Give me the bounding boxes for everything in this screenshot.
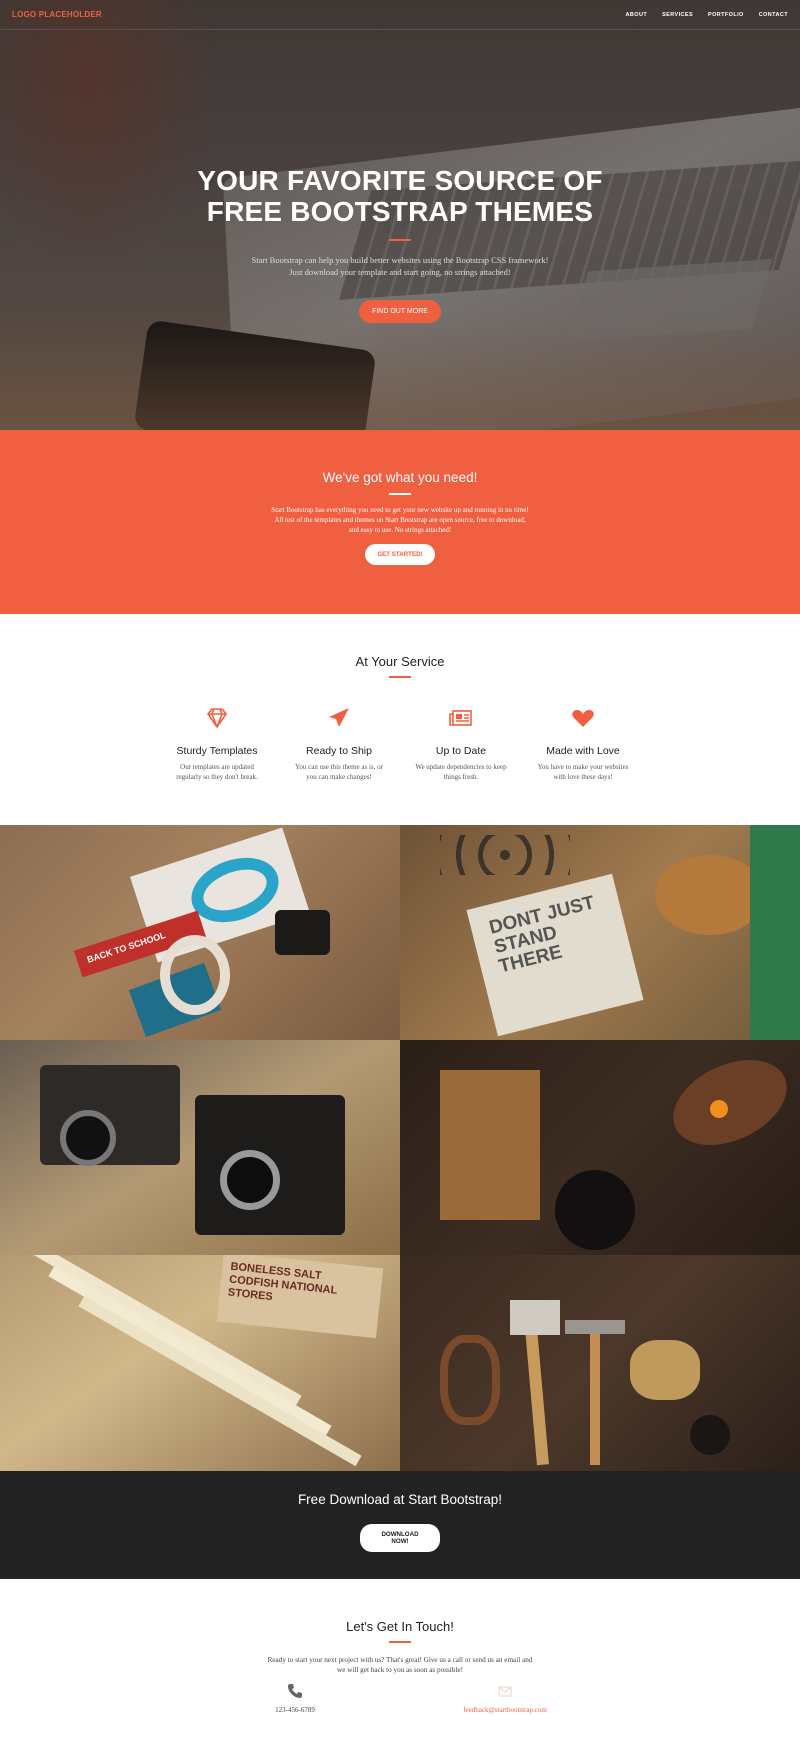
download-now-button[interactable]: DOWNLOAD NOW! bbox=[360, 1524, 440, 1552]
notebook-shape: DONT JUST STAND THERE bbox=[466, 873, 644, 1037]
camera-shape bbox=[275, 910, 330, 955]
service-text-line-1: You can use this theme as is, or bbox=[295, 763, 383, 771]
download-section: Free Download at Start Bootstrap! DOWNLO… bbox=[0, 1471, 800, 1579]
service-text: You have to make your websites with love… bbox=[522, 762, 644, 782]
service-text-line-2: with love these days! bbox=[553, 773, 613, 781]
contact-phone-item: 123-456-6789 bbox=[235, 1683, 355, 1714]
green-edge-shape bbox=[750, 825, 800, 1040]
contact-phone: 123-456-6789 bbox=[275, 1706, 315, 1714]
service-text-line-2: you can make changes! bbox=[306, 773, 372, 781]
service-text: We update dependencies to keep things fr… bbox=[400, 762, 522, 782]
tongs-shape bbox=[440, 1335, 500, 1425]
portfolio-item-cameras[interactable] bbox=[0, 1040, 400, 1255]
service-title: Ready to Ship bbox=[306, 745, 372, 757]
contact-divider bbox=[389, 1641, 411, 1643]
nav-link-contact[interactable]: CONTACT bbox=[759, 12, 788, 18]
phone-icon bbox=[287, 1684, 303, 1703]
service-text-line-1: You have to make your websites bbox=[537, 763, 629, 771]
download-title: Free Download at Start Bootstrap! bbox=[297, 1492, 503, 1507]
get-started-button[interactable]: GET STARTED! bbox=[365, 544, 435, 565]
cup-shape bbox=[690, 1415, 730, 1455]
portfolio-item-notebook[interactable]: DONT JUST STAND THERE bbox=[400, 825, 800, 1040]
service-text-line-2: regularly so they don't break. bbox=[176, 773, 258, 781]
axe-head-shape bbox=[510, 1300, 560, 1335]
service-text-line-2: things fresh. bbox=[443, 773, 479, 781]
nav-link-about[interactable]: ABOUT bbox=[626, 12, 648, 18]
crate-label: BONELESS SALT CODFISH NATIONAL STORES bbox=[216, 1255, 384, 1339]
envelope-icon bbox=[497, 1686, 513, 1703]
portfolio-item-flatlay[interactable]: BACK TO SCHOOL bbox=[0, 825, 400, 1040]
portfolio-item-kitchen[interactable] bbox=[400, 1040, 800, 1255]
services-section: At Your Service Sturdy Templates Our tem… bbox=[0, 614, 800, 825]
hero-text: Start Bootstrap can help you build bette… bbox=[0, 254, 800, 278]
contact-text: Ready to start your next project with us… bbox=[0, 1655, 800, 1675]
about-text-line-3: and easy to use. No strings attached! bbox=[348, 526, 452, 534]
service-title: Sturdy Templates bbox=[176, 745, 258, 757]
about-text-line-2: All test of the templates and themes on … bbox=[274, 516, 526, 524]
service-text-line-1: We update dependencies to keep bbox=[415, 763, 507, 771]
contact-row: 123-456-6789 feedback@startbootstrap.com bbox=[0, 1683, 800, 1714]
orange-shape bbox=[710, 1100, 728, 1118]
hammer-handle-shape bbox=[590, 1325, 600, 1465]
knobs-shape bbox=[440, 835, 570, 875]
portfolio-grid: BACK TO SCHOOL DONT JUST STAND THERE BON… bbox=[0, 825, 800, 1471]
coasters-shape bbox=[655, 855, 765, 935]
service-item: Ready to Ship You can use this theme as … bbox=[278, 705, 400, 782]
about-text: Start Bootstrap has everything you need … bbox=[0, 505, 800, 535]
pan-shape bbox=[555, 1170, 635, 1250]
logo-link[interactable]: LOGO PLACEHOLDER bbox=[12, 10, 102, 19]
contact-email-item: feedback@startbootstrap.com bbox=[445, 1683, 565, 1714]
service-title: Made with Love bbox=[546, 745, 620, 757]
diamond-icon bbox=[204, 708, 230, 735]
about-divider bbox=[389, 493, 411, 495]
contact-text-line-1: Ready to start your next project with us… bbox=[267, 1656, 533, 1664]
paper-plane-icon bbox=[326, 708, 352, 735]
camera-front-lens-shape bbox=[220, 1150, 280, 1210]
hero-text-line-2: Just download your template and start go… bbox=[289, 267, 511, 277]
contact-email-link[interactable]: feedback@startbootstrap.com bbox=[445, 1706, 565, 1714]
ampersand-shape bbox=[160, 935, 230, 1015]
about-text-line-1: Start Bootstrap has everything you need … bbox=[271, 506, 529, 514]
service-item: Up to Date We update dependencies to kee… bbox=[400, 705, 522, 782]
about-title: We've got what you need! bbox=[322, 470, 478, 485]
hero-content: YOUR FAVORITE SOURCE OF FREE BOOTSTRAP T… bbox=[0, 165, 800, 323]
service-title: Up to Date bbox=[435, 745, 487, 757]
nav-links: ABOUT SERVICES PORTFOLIO CONTACT bbox=[626, 12, 788, 18]
navbar: LOGO PLACEHOLDER ABOUT SERVICES PORTFOLI… bbox=[0, 0, 800, 30]
hero-title: YOUR FAVORITE SOURCE OF FREE BOOTSTRAP T… bbox=[0, 165, 800, 227]
contact-text-line-2: we will get back to you as soon as possi… bbox=[337, 1666, 463, 1674]
about-section: We've got what you need! Start Bootstrap… bbox=[0, 430, 800, 614]
find-out-more-button[interactable]: FIND OUT MORE bbox=[359, 300, 441, 323]
camera-lens-shape bbox=[60, 1110, 116, 1166]
contact-title: Let's Get In Touch! bbox=[346, 1619, 454, 1634]
service-text-line-1: Our templates are updated bbox=[180, 763, 254, 771]
hero-text-line-1: Start Bootstrap can help you build bette… bbox=[251, 255, 549, 265]
portfolio-item-rulers[interactable]: BONELESS SALT CODFISH NATIONAL STORES bbox=[0, 1255, 400, 1471]
hero-table-image bbox=[0, 310, 800, 430]
contact-section: Let's Get In Touch! Ready to start your … bbox=[0, 1579, 800, 1752]
services-row: Sturdy Templates Our templates are updat… bbox=[0, 705, 800, 782]
newspaper-icon bbox=[448, 710, 474, 735]
services-divider bbox=[389, 676, 411, 678]
hero-section: YOUR FAVORITE SOURCE OF FREE BOOTSTRAP T… bbox=[0, 0, 800, 430]
cutting-board-shape bbox=[440, 1070, 540, 1220]
service-item: Made with Love You have to make your web… bbox=[522, 705, 644, 782]
hammer-head-shape bbox=[565, 1320, 625, 1334]
services-title: At Your Service bbox=[355, 654, 445, 669]
hero-divider bbox=[389, 239, 411, 241]
gloves-shape bbox=[630, 1340, 700, 1400]
service-text: Our templates are updated regularly so t… bbox=[156, 762, 278, 782]
bowl-shape bbox=[659, 1043, 800, 1162]
nav-link-services[interactable]: SERVICES bbox=[662, 12, 693, 18]
service-text: You can use this theme as is, or you can… bbox=[278, 762, 400, 782]
heart-icon bbox=[570, 710, 596, 735]
hero-title-line-1: YOUR FAVORITE SOURCE OF bbox=[197, 165, 603, 196]
nav-link-portfolio[interactable]: PORTFOLIO bbox=[708, 12, 744, 18]
service-item: Sturdy Templates Our templates are updat… bbox=[156, 705, 278, 782]
hero-title-line-2: FREE BOOTSTRAP THEMES bbox=[206, 196, 594, 227]
portfolio-item-tools[interactable] bbox=[400, 1255, 800, 1471]
